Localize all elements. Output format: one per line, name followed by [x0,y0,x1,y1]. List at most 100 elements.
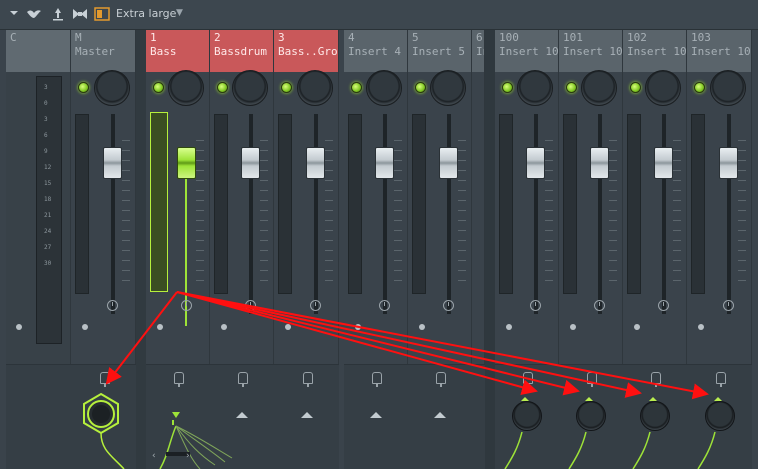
strip-header-1[interactable]: 1 Bass [146,30,210,72]
clock-icon[interactable] [309,300,321,311]
plug-icon[interactable] [238,372,248,387]
volume-fader[interactable] [375,147,394,179]
fader-slot [598,114,602,314]
stereo-dot[interactable] [419,324,425,330]
pan-knob[interactable] [581,70,617,106]
mute-led[interactable] [217,82,228,93]
stereo-dot[interactable] [221,324,227,330]
send-level-knob[interactable] [640,401,670,431]
pan-knob[interactable] [430,70,466,106]
strip-header-C[interactable]: C [6,30,71,72]
stereo-dot[interactable] [355,324,361,330]
bird-icon[interactable] [26,7,42,23]
plug-icon[interactable] [587,372,597,387]
send-level-knob[interactable] [576,401,606,431]
volume-fader[interactable] [241,147,260,179]
send-arrow-icon[interactable] [236,412,248,418]
panel-icon[interactable] [94,7,110,23]
send-arrow-icon[interactable] [370,412,382,418]
mute-led[interactable] [281,82,292,93]
send-level-knob[interactable] [512,401,542,431]
volume-fader[interactable] [177,147,196,179]
mute-led[interactable] [630,82,641,93]
mute-led[interactable] [153,82,164,93]
pan-knob[interactable] [297,70,333,106]
stereo-dot[interactable] [157,324,163,330]
mixer-strip-103[interactable]: 103 Insert 103 [687,30,752,469]
volume-fader[interactable] [526,147,545,179]
plug-icon[interactable] [523,372,533,387]
stereo-dot[interactable] [506,324,512,330]
strip-header-101[interactable]: 101 Insert 101 [559,30,623,72]
stereo-dot[interactable] [16,324,22,330]
stereo-dot[interactable] [82,324,88,330]
strip-header-100[interactable]: 100 Insert 100 [495,30,559,72]
pan-knob[interactable] [645,70,681,106]
strip-header-2[interactable]: 2 Bassdrum [210,30,274,72]
mute-led[interactable] [566,82,577,93]
plug-icon[interactable] [436,372,446,387]
pan-knob[interactable] [710,70,746,106]
mute-led[interactable] [78,82,89,93]
plug-icon[interactable] [99,372,110,387]
clock-icon[interactable] [245,300,256,311]
volume-fader[interactable] [439,147,458,179]
send-level-knob[interactable] [704,401,735,431]
volume-fader[interactable] [590,147,609,179]
clock-icon[interactable] [181,300,192,311]
stereo-dot[interactable] [285,324,291,330]
plug-icon[interactable] [715,372,726,387]
fader-scale [196,140,204,290]
clock-icon[interactable] [106,300,118,311]
mute-led[interactable] [502,82,513,93]
clock-icon[interactable] [658,300,669,311]
stereo-dot[interactable] [698,324,704,330]
pin-icon[interactable] [50,7,66,23]
mixer-strip-M[interactable]: M Master [71,30,136,469]
pan-knob[interactable] [94,70,130,106]
volume-fader[interactable] [102,147,122,179]
mute-led[interactable] [351,82,362,93]
strip-header-5[interactable]: 5 Insert 5 [408,30,472,72]
mixer-strip-3[interactable]: 3Bass..Group [274,30,339,469]
mixer-strip-101[interactable]: 101 Insert 101 [559,30,623,469]
send-arrow-icon[interactable] [434,412,446,418]
clock-icon[interactable] [443,300,454,311]
plug-icon[interactable] [372,372,382,387]
mute-led[interactable] [694,82,705,93]
mixer-strip-100[interactable]: 100 Insert 100 [495,30,559,469]
stereo-dot[interactable] [634,324,640,330]
clock-icon[interactable] [594,300,605,311]
mixer-strip-4[interactable]: 4 Insert 4 [344,30,408,469]
mixer-strip-1[interactable]: 1 Bass [146,30,210,469]
send-arrow-icon[interactable] [300,412,313,418]
bowtie-icon[interactable] [72,7,88,23]
chevron-down-icon[interactable]: ▼ [176,8,183,18]
clock-icon[interactable] [722,300,734,311]
volume-fader[interactable] [718,147,738,179]
mixer-strip-6[interactable]: 6In [472,30,485,469]
volume-fader[interactable] [654,147,673,179]
strip-header-103[interactable]: 103 Insert 103 [687,30,752,72]
plug-icon[interactable] [302,372,313,387]
pan-knob[interactable] [366,70,402,106]
chevron-down-icon[interactable] [6,7,22,23]
strip-header-102[interactable]: 102 Insert 102 [623,30,687,72]
clock-icon[interactable] [530,300,541,311]
plug-icon[interactable] [174,372,184,387]
mixer-strip-2[interactable]: 2 Bassdrum [210,30,274,469]
pan-knob[interactable] [517,70,553,106]
clock-icon[interactable] [379,300,390,311]
mute-led[interactable] [415,82,426,93]
mixer-strip-5[interactable]: 5 Insert 5 [408,30,472,469]
pan-knob[interactable] [232,70,268,106]
mixer-size-dropdown[interactable]: Extra large [116,7,176,20]
strip-header-M[interactable]: M Master [71,30,136,72]
strip-header-3[interactable]: 3Bass..Group [274,30,339,72]
mixer-strip-102[interactable]: 102 Insert 102 [623,30,687,469]
plug-icon[interactable] [651,372,661,387]
stereo-dot[interactable] [570,324,576,330]
volume-fader[interactable] [305,147,325,179]
strip-header-4[interactable]: 4 Insert 4 [344,30,408,72]
pan-knob[interactable] [168,70,204,106]
